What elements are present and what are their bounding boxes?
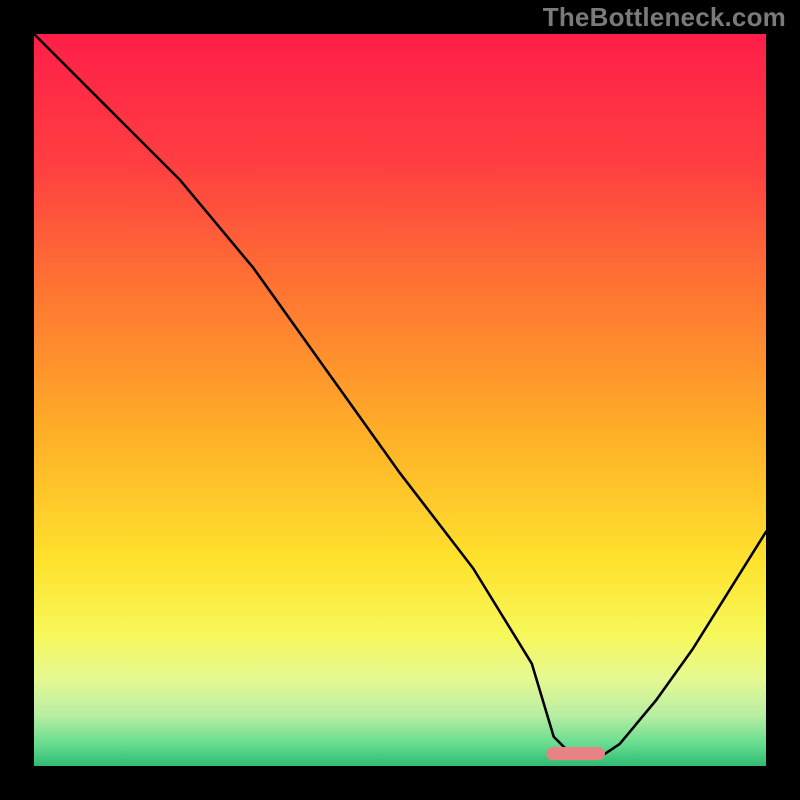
watermark-text: TheBottleneck.com [543, 2, 786, 33]
chart-area [34, 34, 766, 766]
chart-svg [34, 34, 766, 766]
optimal-marker [546, 747, 605, 760]
